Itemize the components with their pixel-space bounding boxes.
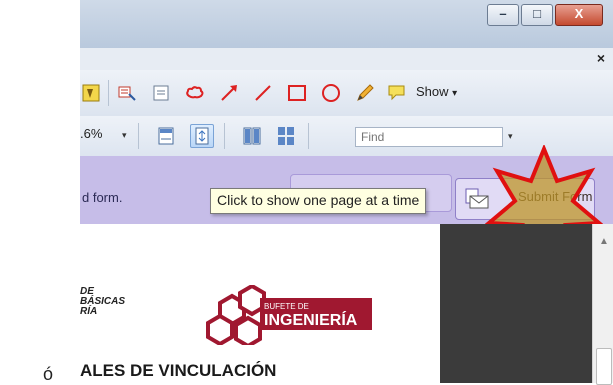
show-menu[interactable]: Show ▾ bbox=[416, 84, 457, 99]
continuous-pages-icon bbox=[278, 127, 294, 145]
chevron-down-icon: ▾ bbox=[452, 88, 458, 99]
stray-character: ó bbox=[43, 364, 54, 384]
form-message: d form. bbox=[82, 190, 123, 205]
zoom-value[interactable]: .6% bbox=[80, 126, 102, 141]
maximize-icon: □ bbox=[533, 6, 541, 21]
acrobat-window: – □ X × Show ▾ .6% ▾ Find ▾ d form. ▲ DE… bbox=[80, 0, 613, 385]
fit-width-icon bbox=[158, 127, 174, 145]
single-page-icon bbox=[195, 127, 209, 145]
toolbar-separator bbox=[108, 80, 109, 106]
bufete-ingenieria-logo: BUFETE DE INGENIERÍA bbox=[206, 285, 372, 345]
arrow-icon[interactable] bbox=[218, 82, 240, 104]
university-line: RÍA bbox=[80, 306, 98, 317]
oval-icon[interactable] bbox=[320, 82, 342, 104]
two-page-icon bbox=[243, 127, 261, 145]
document-heading: ALES DE VINCULACIÓN bbox=[80, 361, 277, 380]
two-page-button[interactable] bbox=[240, 124, 264, 148]
svg-text:BUFETE DE: BUFETE DE bbox=[264, 302, 309, 311]
university-name: DE BÁSICAS RÍA bbox=[80, 287, 125, 317]
svg-text:INGENIERÍA: INGENIERÍA bbox=[264, 310, 358, 329]
maximize-button[interactable]: □ bbox=[521, 4, 553, 26]
single-page-button[interactable] bbox=[190, 124, 214, 148]
text-edit-icon[interactable] bbox=[116, 82, 138, 104]
close-document-icon[interactable]: × bbox=[597, 50, 605, 66]
toolbar-separator bbox=[224, 123, 225, 149]
menu-bar: × bbox=[80, 48, 613, 70]
continuous-pages-button[interactable] bbox=[274, 124, 298, 148]
show-label: Show bbox=[416, 84, 449, 99]
comment-toolbar: Show ▾ bbox=[80, 70, 613, 117]
close-icon: X bbox=[574, 6, 584, 21]
page-background bbox=[440, 224, 592, 383]
find-dropdown-icon[interactable]: ▾ bbox=[508, 131, 513, 142]
tooltip: Click to show one page at a time bbox=[210, 188, 427, 214]
scroll-up-icon[interactable]: ▲ bbox=[599, 236, 609, 247]
toolbar-separator bbox=[138, 123, 139, 149]
close-button[interactable]: X bbox=[555, 4, 603, 26]
zoom-dropdown-icon[interactable]: ▾ bbox=[122, 130, 127, 141]
find-input[interactable] bbox=[355, 127, 503, 147]
scrollbar-thumb[interactable] bbox=[596, 348, 612, 385]
minimize-button[interactable]: – bbox=[487, 4, 519, 26]
toolbar-separator bbox=[308, 123, 309, 149]
vertical-scrollbar[interactable]: ▲ bbox=[592, 224, 613, 385]
comment-bubble-icon[interactable] bbox=[386, 82, 408, 104]
line-icon[interactable] bbox=[252, 82, 274, 104]
pencil-icon[interactable] bbox=[354, 82, 376, 104]
window-controls: – □ X bbox=[485, 4, 603, 26]
rectangle-icon[interactable] bbox=[286, 82, 308, 104]
minimize-icon: – bbox=[499, 6, 507, 21]
cloud-icon[interactable] bbox=[184, 82, 206, 104]
fit-width-button[interactable] bbox=[154, 124, 178, 148]
title-bar: – □ X bbox=[80, 0, 613, 49]
sticky-note-icon[interactable] bbox=[80, 82, 102, 104]
text-box-icon[interactable] bbox=[150, 82, 172, 104]
